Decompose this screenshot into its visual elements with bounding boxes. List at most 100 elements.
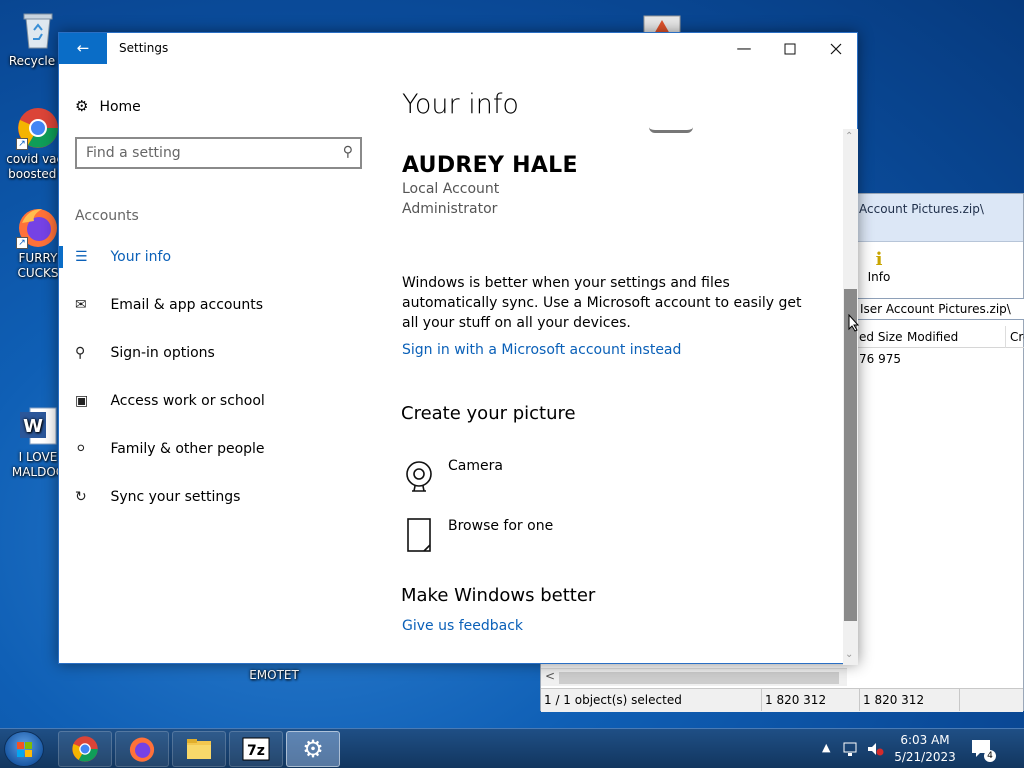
user-name: AUDREY HALE bbox=[402, 153, 578, 178]
clock-date: 5/21/2023 bbox=[894, 750, 956, 764]
svg-text:W: W bbox=[23, 416, 43, 437]
account-type: Local Account bbox=[402, 181, 500, 197]
close-button[interactable] bbox=[813, 33, 859, 64]
column-packed-size[interactable]: ed Size bbox=[859, 326, 902, 348]
nav-item-access-work[interactable]: ▣ Access work or school bbox=[75, 393, 265, 409]
recycle-bin-icon bbox=[16, 8, 60, 52]
nav-item-label: Your info bbox=[110, 249, 172, 265]
svg-text:7z: 7z bbox=[247, 743, 265, 759]
back-arrow-icon: ← bbox=[76, 39, 90, 57]
zip-info-label: Info bbox=[867, 270, 891, 284]
nav-item-label: Sign-in options bbox=[110, 345, 215, 361]
settings-window[interactable]: ← Settings — ⚙ Home Find a setting ⚲ Acc… bbox=[58, 32, 858, 665]
status-packed-size: 1 820 312 bbox=[859, 689, 924, 711]
column-modified[interactable]: Modified bbox=[907, 326, 958, 348]
zip-info-button[interactable]: i Info bbox=[863, 249, 895, 284]
zip-path-field[interactable]: Iser Account Pictures.zip\ bbox=[857, 298, 1024, 320]
zip-column-headers: ed Size Modified Cre bbox=[857, 326, 1024, 348]
mouse-cursor-icon bbox=[848, 314, 860, 332]
taskbar: 7z ⚙ ▲ 6:03 AM 5/21/2023 4 bbox=[0, 728, 1024, 768]
avatar bbox=[649, 127, 693, 133]
scroll-thumb[interactable] bbox=[559, 672, 839, 684]
browse-label: Browse for one bbox=[448, 518, 554, 534]
feedback-link[interactable]: Give us feedback bbox=[402, 618, 523, 634]
status-empty bbox=[959, 689, 963, 711]
nav-item-family[interactable]: ⚪ Family & other people bbox=[75, 441, 265, 457]
minimize-icon: — bbox=[736, 39, 752, 57]
page-title: Your info bbox=[402, 89, 519, 120]
camera-label: Camera bbox=[448, 458, 503, 474]
person-add-icon: ⚪ bbox=[75, 441, 87, 457]
browse-file-icon bbox=[407, 518, 431, 552]
shortcut-arrow-icon: ↗ bbox=[16, 138, 28, 150]
tray-show-hidden-icon[interactable]: ▲ bbox=[822, 729, 830, 768]
search-icon[interactable]: ⚲ bbox=[343, 144, 353, 160]
zip-status-bar: 1 / 1 object(s) selected 1 820 312 1 820… bbox=[541, 688, 1023, 712]
firefox-icon bbox=[129, 737, 155, 762]
settings-titlebar[interactable]: ← Settings — bbox=[59, 33, 857, 64]
start-button[interactable] bbox=[4, 731, 44, 767]
active-indicator bbox=[59, 246, 63, 268]
briefcase-icon: ▣ bbox=[75, 393, 89, 409]
chrome-icon bbox=[72, 736, 98, 762]
sync-icon: ↻ bbox=[75, 489, 87, 505]
scroll-up-icon[interactable]: ⌃ bbox=[845, 131, 853, 142]
minimize-button[interactable]: — bbox=[721, 33, 767, 64]
desktop-icon-label: EMOTET bbox=[249, 668, 299, 682]
nav-item-label: Access work or school bbox=[110, 393, 265, 409]
microsoft-signin-link[interactable]: Sign in with a Microsoft account instead bbox=[402, 342, 681, 358]
notification-count: 4 bbox=[984, 750, 996, 762]
nav-home[interactable]: ⚙ Home bbox=[75, 97, 141, 115]
nav-item-label: Email & app accounts bbox=[110, 297, 263, 313]
nav-item-sync[interactable]: ↻ Sync your settings bbox=[75, 489, 240, 505]
word-icon: W bbox=[16, 404, 60, 448]
person-card-icon: ☰ bbox=[75, 249, 88, 265]
nav-home-label: Home bbox=[99, 99, 141, 115]
scroll-left-icon[interactable]: < bbox=[545, 669, 555, 683]
shortcut-arrow-icon: ↗ bbox=[16, 237, 28, 249]
folder-icon bbox=[187, 739, 211, 759]
firefox-icon: ↗ bbox=[16, 205, 60, 249]
volume-muted-icon[interactable] bbox=[866, 729, 884, 768]
scroll-down-icon[interactable]: ⌄ bbox=[845, 649, 853, 660]
zip-window-title: Account Pictures.zip\ bbox=[859, 202, 984, 216]
close-icon bbox=[830, 43, 842, 54]
nav-item-email-accounts[interactable]: ✉ Email & app accounts bbox=[75, 297, 263, 313]
back-button[interactable]: ← bbox=[59, 33, 107, 64]
chrome-icon: ↗ bbox=[16, 106, 60, 150]
create-picture-heading: Create your picture bbox=[401, 403, 576, 424]
vertical-scrollbar[interactable]: ⌃ ⌄ bbox=[843, 129, 858, 665]
taskbar-file-explorer[interactable] bbox=[172, 731, 226, 767]
zip-row-packed-size[interactable]: 76 975 bbox=[859, 352, 901, 366]
maximize-icon bbox=[784, 43, 796, 54]
nav-item-label: Sync your settings bbox=[110, 489, 241, 505]
nav-item-sign-in-options[interactable]: ⚲ Sign-in options bbox=[75, 345, 215, 361]
search-input[interactable]: Find a setting ⚲ bbox=[75, 137, 362, 169]
status-selected: 1 / 1 object(s) selected bbox=[544, 693, 682, 707]
7zip-icon: 7z bbox=[242, 737, 270, 761]
clock[interactable]: 6:03 AM 5/21/2023 bbox=[888, 732, 962, 766]
taskbar-7zip[interactable]: 7z bbox=[229, 731, 283, 767]
account-role: Administrator bbox=[402, 201, 498, 217]
taskbar-chrome[interactable] bbox=[58, 731, 112, 767]
window-title: Settings bbox=[119, 41, 169, 55]
nav-item-your-info[interactable]: ☰ Your info bbox=[75, 249, 171, 265]
section-label-accounts: Accounts bbox=[75, 208, 139, 224]
make-windows-better-heading: Make Windows better bbox=[401, 585, 596, 606]
zip-horizontal-scrollbar[interactable]: < bbox=[541, 668, 847, 686]
maximize-button[interactable] bbox=[767, 33, 813, 64]
microsoft-account-info: Windows is better when your settings and… bbox=[402, 275, 802, 331]
windows-logo-icon bbox=[17, 742, 33, 758]
camera-icon bbox=[406, 461, 432, 492]
key-icon: ⚲ bbox=[75, 345, 86, 361]
taskbar-settings[interactable]: ⚙ bbox=[286, 731, 340, 767]
taskbar-firefox[interactable] bbox=[115, 731, 169, 767]
desktop-icon-emotet[interactable]: EMOTET bbox=[236, 668, 312, 683]
gear-icon: ⚙ bbox=[302, 735, 324, 763]
network-icon[interactable] bbox=[842, 729, 860, 768]
info-icon: i bbox=[875, 249, 883, 270]
gear-icon: ⚙ bbox=[75, 97, 89, 115]
column-created[interactable]: Cre bbox=[1005, 326, 1024, 348]
action-center-button[interactable]: 4 bbox=[970, 729, 996, 768]
scroll-thumb[interactable] bbox=[844, 289, 857, 621]
